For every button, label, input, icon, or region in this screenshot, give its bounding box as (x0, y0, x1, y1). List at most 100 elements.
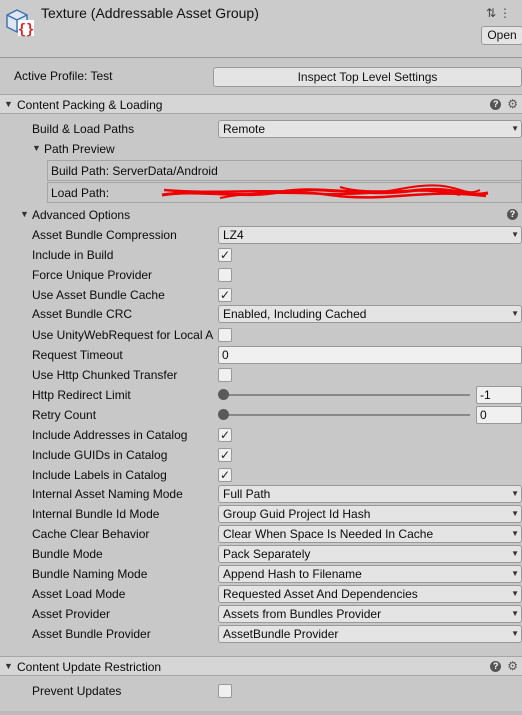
chevron-down-icon: ▼ (511, 124, 519, 133)
asset-provider-dropdown[interactable]: Assets from Bundles Provider ▼ (218, 605, 522, 623)
help-icon[interactable]: ? (490, 99, 502, 110)
build-path-preview: Build Path: ServerData/Android (47, 160, 522, 181)
row-include-in-build: Include in Build ✓ (0, 245, 522, 265)
field-label: Http Redirect Limit (32, 388, 131, 402)
row-request-timeout: Request Timeout 0 (0, 345, 522, 365)
help-icon[interactable]: ? (507, 209, 518, 220)
load-path-preview: Load Path: (47, 182, 522, 203)
row-use-uwr-local: Use UnityWebRequest for Local A (0, 325, 522, 345)
row-bundle-compression: Asset Bundle Compression LZ4 ▼ (0, 225, 522, 245)
field-label: Include Labels in Catalog (32, 468, 167, 482)
chevron-down-icon: ▼ (511, 509, 519, 518)
row-prevent-updates: Prevent Updates (0, 681, 522, 701)
http-redirect-slider-handle[interactable] (218, 389, 229, 400)
field-label: Retry Count (32, 408, 97, 422)
dropdown-value: Pack Separately (223, 547, 311, 561)
open-button[interactable]: Open (481, 26, 522, 45)
bundle-mode-dropdown[interactable]: Pack Separately ▼ (218, 545, 522, 563)
row-bundle-naming: Bundle Naming Mode Append Hash to Filena… (0, 564, 522, 584)
inspector-header: {} Texture (Addressable Asset Group) ⇅⋮ (0, 0, 522, 58)
row-use-bundle-cache: Use Asset Bundle Cache ✓ (0, 285, 522, 305)
row-include-guids: Include GUIDs in Catalog ✓ (0, 445, 522, 465)
field-label: Request Timeout (32, 348, 123, 362)
field-label: Use Asset Bundle Cache (32, 288, 165, 302)
field-label: Bundle Mode (32, 547, 103, 561)
field-label: Use UnityWebRequest for Local A (32, 328, 214, 342)
adjust-icon[interactable]: ⇅ (486, 6, 499, 20)
inspector-title: Texture (Addressable Asset Group) (41, 5, 259, 21)
prevent-updates-checkbox[interactable] (218, 684, 232, 698)
gear-icon[interactable]: ⚙ (507, 97, 518, 111)
chevron-down-icon: ▼ (511, 489, 519, 498)
dropdown-value: Enabled, Including Cached (223, 307, 367, 321)
bundle-compression-dropdown[interactable]: LZ4 ▼ (218, 226, 522, 244)
include-addresses-checkbox[interactable]: ✓ (218, 428, 232, 442)
row-internal-naming: Internal Asset Naming Mode Full Path ▼ (0, 484, 522, 504)
chevron-down-icon: ▼ (511, 549, 519, 558)
gear-icon[interactable]: ⚙ (507, 659, 518, 673)
use-bundle-cache-checkbox[interactable]: ✓ (218, 288, 232, 302)
field-label: Build & Load Paths (32, 122, 135, 136)
field-label: Cache Clear Behavior (32, 527, 150, 541)
section-content-packing[interactable]: ▼ Content Packing & Loading ? ⚙ (0, 94, 522, 114)
retry-count-input[interactable]: 0 (476, 406, 522, 424)
chevron-down-icon: ▼ (511, 589, 519, 598)
chevron-down-icon: ▼ (511, 569, 519, 578)
row-cache-clear: Cache Clear Behavior Clear When Space Is… (0, 524, 522, 544)
use-uwr-local-checkbox[interactable] (218, 328, 232, 342)
row-include-addresses: Include Addresses in Catalog ✓ (0, 425, 522, 445)
bundle-provider-dropdown[interactable]: AssetBundle Provider ▼ (218, 625, 522, 643)
include-guids-checkbox[interactable]: ✓ (218, 448, 232, 462)
field-label: Asset Load Mode (32, 587, 126, 601)
active-profile-label: Active Profile: Test (14, 69, 113, 83)
bundle-naming-dropdown[interactable]: Append Hash to Filename ▼ (218, 565, 522, 583)
redaction-scribble (161, 184, 489, 199)
chevron-down-icon: ▼ (511, 230, 519, 239)
internal-bundle-id-dropdown[interactable]: Group Guid Project Id Hash ▼ (218, 505, 522, 523)
row-bundle-crc: Asset Bundle CRC Enabled, Including Cach… (0, 304, 522, 324)
row-asset-provider: Asset Provider Assets from Bundles Provi… (0, 604, 522, 624)
field-label: Asset Bundle Compression (32, 228, 177, 242)
asset-load-mode-dropdown[interactable]: Requested Asset And Dependencies ▼ (218, 585, 522, 603)
row-http-redirect-limit: Http Redirect Limit -1 (0, 385, 522, 405)
bottom-divider (0, 711, 522, 715)
row-asset-load-mode: Asset Load Mode Requested Asset And Depe… (0, 584, 522, 604)
row-internal-bundle-id: Internal Bundle Id Mode Group Guid Proje… (0, 504, 522, 524)
more-icon[interactable]: ⋮ (499, 6, 514, 20)
foldout-label: Advanced Options (32, 208, 131, 222)
expand-arrow-icon[interactable]: ▼ (4, 661, 13, 671)
expand-arrow-icon[interactable]: ▼ (32, 143, 41, 153)
dropdown-value: Full Path (223, 487, 271, 501)
request-timeout-input[interactable]: 0 (218, 346, 522, 364)
http-redirect-slider-track[interactable] (222, 394, 470, 396)
expand-arrow-icon[interactable]: ▼ (4, 99, 13, 109)
inspect-top-level-settings-button[interactable]: Inspect Top Level Settings (213, 67, 522, 87)
chevron-down-icon: ▼ (511, 309, 519, 318)
row-http-chunked: Use Http Chunked Transfer (0, 365, 522, 385)
http-redirect-input[interactable]: -1 (476, 386, 522, 404)
section-content-update-restriction[interactable]: ▼ Content Update Restriction ? ⚙ (0, 656, 522, 676)
chevron-down-icon: ▼ (511, 529, 519, 538)
expand-arrow-icon[interactable]: ▼ (20, 209, 29, 219)
field-label: Include GUIDs in Catalog (32, 448, 168, 462)
http-chunked-checkbox[interactable] (218, 368, 232, 382)
help-icon[interactable]: ? (490, 661, 502, 672)
force-unique-provider-checkbox[interactable] (218, 268, 232, 282)
include-labels-checkbox[interactable]: ✓ (218, 468, 232, 482)
field-label: Include in Build (32, 248, 114, 262)
dropdown-value: Clear When Space Is Needed In Cache (223, 527, 434, 541)
field-label: Internal Bundle Id Mode (32, 507, 160, 521)
dropdown-value: Remote (223, 122, 266, 136)
build-load-paths-dropdown[interactable]: Remote ▼ (218, 120, 522, 138)
internal-naming-dropdown[interactable]: Full Path ▼ (218, 485, 522, 503)
retry-count-slider-track[interactable] (222, 414, 470, 416)
bundle-crc-dropdown[interactable]: Enabled, Including Cached ▼ (218, 305, 522, 323)
dropdown-value: Group Guid Project Id Hash (223, 507, 371, 521)
path-preview-foldout[interactable]: ▼ Path Preview (0, 139, 522, 159)
field-label: Include Addresses in Catalog (32, 428, 188, 442)
cache-clear-dropdown[interactable]: Clear When Space Is Needed In Cache ▼ (218, 525, 522, 543)
field-label: Internal Asset Naming Mode (32, 487, 183, 501)
include-in-build-checkbox[interactable]: ✓ (218, 248, 232, 262)
retry-count-slider-handle[interactable] (218, 409, 229, 420)
advanced-options-foldout[interactable]: ▼ Advanced Options ? (0, 205, 522, 225)
